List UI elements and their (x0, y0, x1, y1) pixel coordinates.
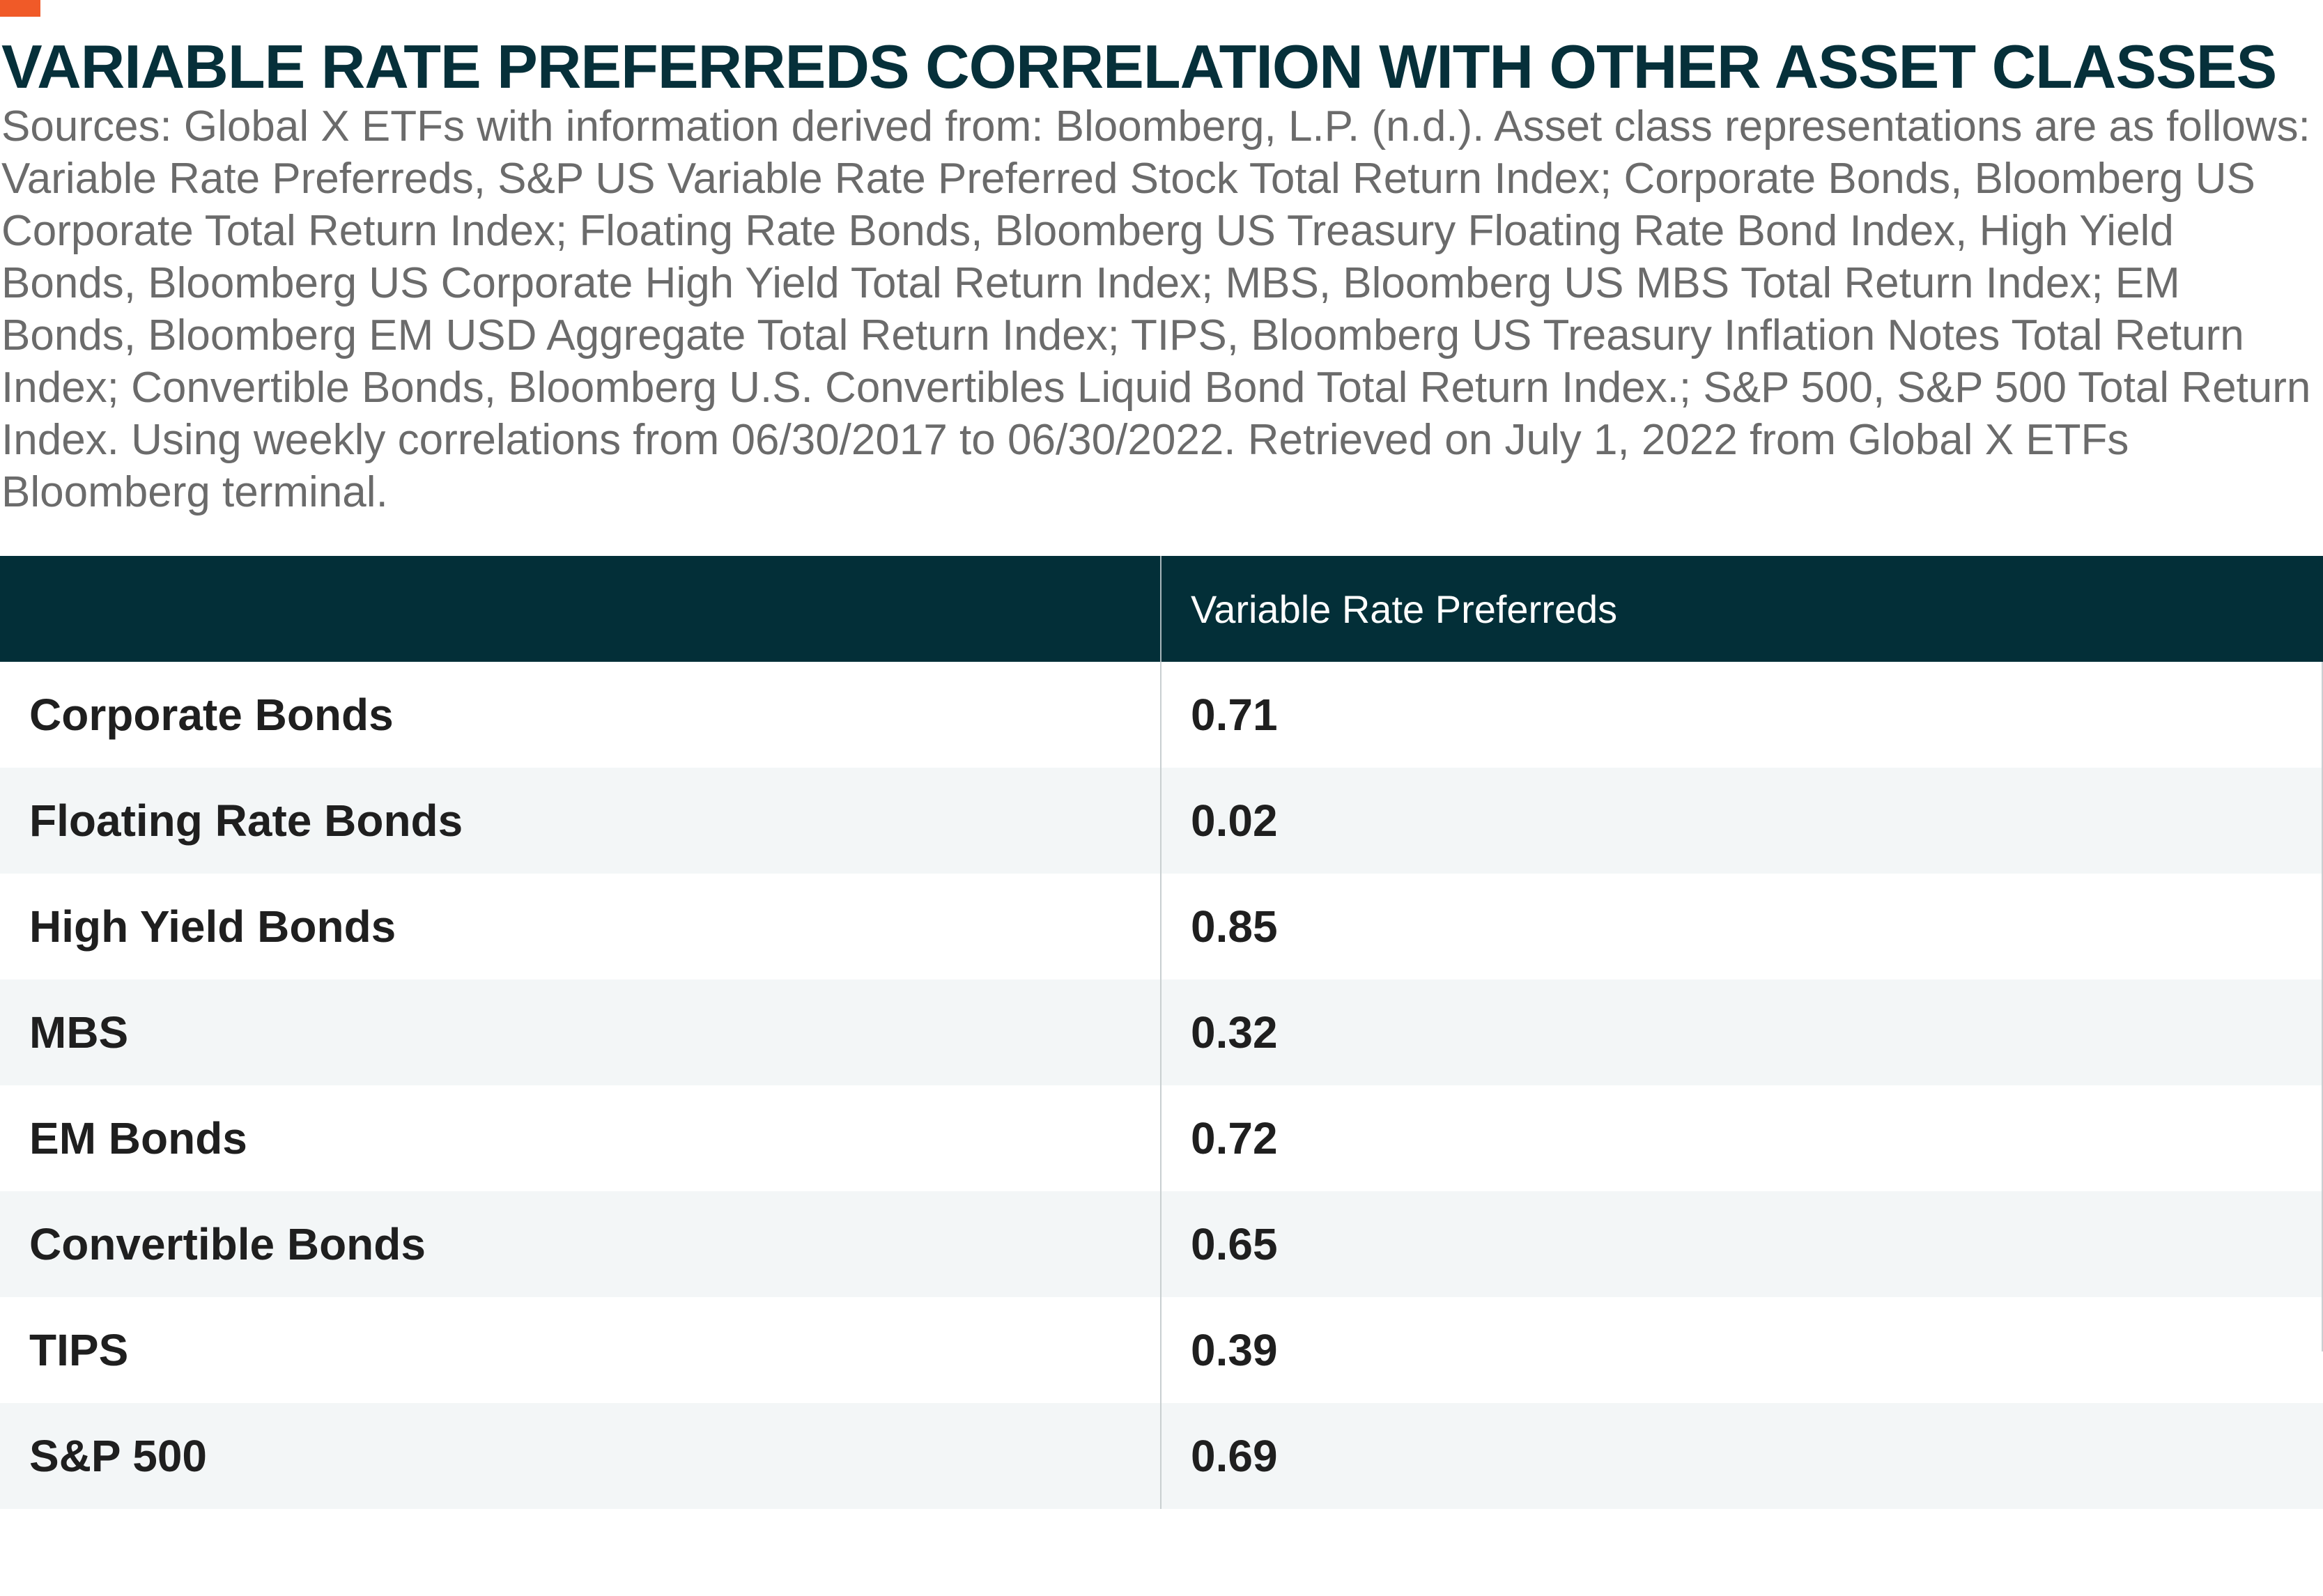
row-label: TIPS (0, 1297, 1162, 1403)
row-value: 0.39 (1191, 1325, 1278, 1375)
row-value: 0.32 (1191, 1007, 1278, 1057)
table-header-row: Variable Rate Preferreds (0, 556, 2323, 662)
row-label: Convertible Bonds (0, 1191, 1162, 1297)
header-value-column: Variable Rate Preferreds (1191, 587, 1618, 631)
correlation-table-wrapper: Variable Rate Preferreds Corporate Bonds… (0, 556, 2323, 1509)
row-label: EM Bonds (0, 1085, 1162, 1191)
row-value: 0.85 (1191, 901, 1278, 952)
chart-title: VARIABLE RATE PREFERREDS CORRELATION WIT… (1, 32, 2277, 101)
sources-note: Sources: Global X ETFs with information … (1, 102, 2311, 516)
table-row: S&P 500 0.69 (0, 1403, 2323, 1509)
row-value: 0.02 (1191, 796, 1278, 846)
row-label: Corporate Bonds (0, 662, 1162, 768)
table-row: Convertible Bonds 0.65 (0, 1191, 2323, 1297)
row-label: Floating Rate Bonds (0, 768, 1162, 874)
table-row: Floating Rate Bonds 0.02 (0, 768, 2323, 874)
row-label: S&P 500 (0, 1403, 1162, 1509)
table-row: Corporate Bonds 0.71 (0, 662, 2323, 768)
row-label: High Yield Bonds (0, 874, 1162, 979)
table-row: EM Bonds 0.72 (0, 1085, 2323, 1191)
row-value: 0.72 (1191, 1113, 1278, 1163)
table-row: MBS 0.32 (0, 979, 2323, 1085)
row-label: MBS (0, 979, 1162, 1085)
row-value: 0.71 (1191, 690, 1278, 740)
table-row: TIPS 0.39 (0, 1297, 2323, 1403)
row-value: 0.69 (1191, 1431, 1278, 1481)
accent-bar (0, 0, 40, 17)
correlation-table: Variable Rate Preferreds Corporate Bonds… (0, 556, 2323, 1509)
table-row: High Yield Bonds 0.85 (0, 874, 2323, 979)
row-value: 0.65 (1191, 1219, 1278, 1269)
header-label-column (0, 556, 1162, 662)
